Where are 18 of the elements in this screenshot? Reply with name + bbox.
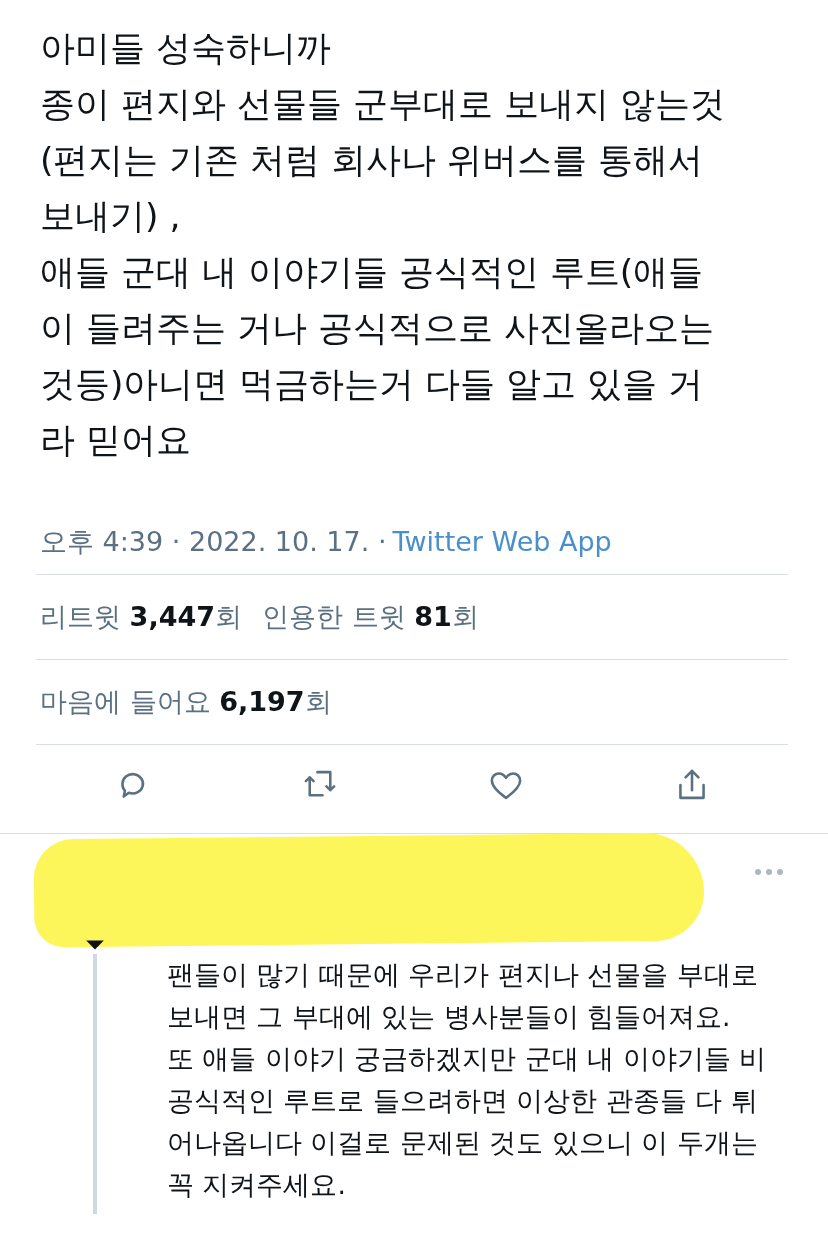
like-count[interactable]: 마음에 들어요 6,197회 — [40, 684, 332, 720]
reply-text-line: 꼭 지켜주세요. — [167, 1168, 347, 1202]
tweet-text-line: 애들 군대 내 이야기들 공식적인 루트(애들 — [40, 251, 705, 294]
reply-text-line: 어나옵니다 이걸로 문제된 것도 있으니 이 두개는 — [167, 1126, 759, 1160]
tweet-text-line: 종이 편지와 선물들 군부대로 보내지 않는것 — [40, 83, 726, 126]
stat-count[interactable]: 리트윗 3,447회 — [40, 599, 242, 635]
reply-text-line: 보내면 그 부대에 있는 병사분들이 힘들어져요. — [167, 1000, 732, 1034]
tweet-text-line: 것등)아니면 먹금하는거 다들 알고 있을 거 — [40, 363, 705, 406]
tweet-text-line: 이 들려주는 거나 공식적으로 사진올라오는 — [40, 307, 715, 350]
reply-text-line: 팬들이 많기 때문에 우리가 편지나 선물을 부대로 — [167, 958, 759, 992]
reply-text-line: 공식적인 루트로 들으려하면 이상한 관종들 다 튀 — [167, 1084, 759, 1118]
tweet-text-line: 보내기) , — [40, 195, 182, 238]
stat-count[interactable]: 인용한 트윗 81회 — [262, 599, 479, 635]
timestamp: 오후 4:39 · 2022. 10. 17. · — [40, 526, 387, 557]
tweet-text-line: 아미들 성숙하니까 — [40, 27, 332, 70]
tweet-text-line: (편지는 기존 처럼 회사나 위버스를 통해서 — [40, 139, 705, 182]
tweet-text-line: 라 믿어요 — [40, 419, 192, 462]
reply-text-line: 또 애들 이야기 궁금하겠지만 군대 내 이야기들 비 — [167, 1042, 766, 1076]
